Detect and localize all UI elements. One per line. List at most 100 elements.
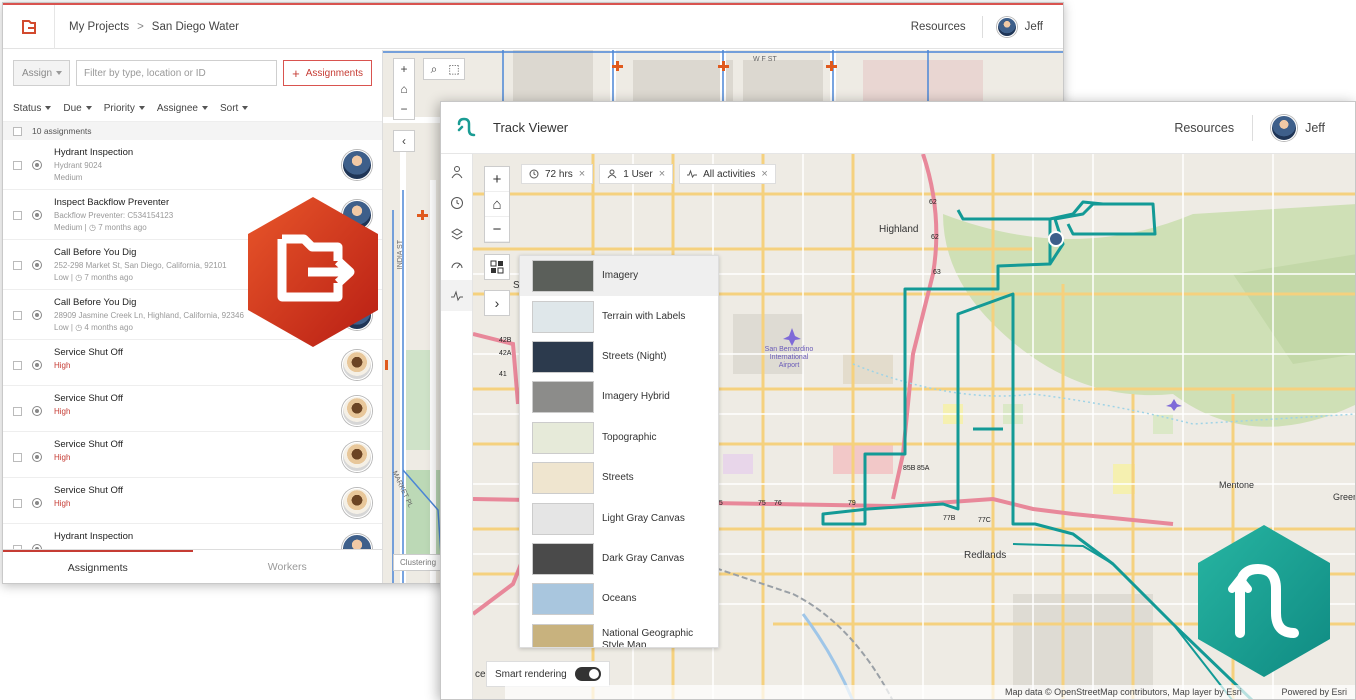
sort-priority[interactable]: Priority: [104, 103, 145, 114]
filter-input[interactable]: Filter by type, location or ID: [76, 60, 277, 86]
close-icon[interactable]: ×: [761, 168, 767, 180]
users-icon[interactable]: [441, 156, 472, 187]
priority-label: High: [54, 453, 70, 462]
chevron-right-icon: ›: [495, 295, 500, 311]
workforce-zoom-control: + ⌂ −: [393, 58, 415, 120]
home-icon[interactable]: ⌂: [394, 79, 414, 99]
select-all-checkbox[interactable]: [13, 127, 22, 136]
basemap-item[interactable]: Imagery: [520, 256, 718, 296]
basemap-item[interactable]: Light Gray Canvas: [520, 498, 718, 538]
resources-link[interactable]: Resources: [911, 16, 983, 38]
track-viewer-app-icon[interactable]: [441, 116, 493, 140]
avatar[interactable]: [342, 150, 372, 180]
basemap-label: Oceans: [602, 593, 636, 605]
row-checkbox[interactable]: [13, 499, 22, 508]
basemap-item[interactable]: Terrain with Labels: [520, 296, 718, 336]
assign-dropdown[interactable]: Assign: [13, 60, 70, 86]
filter-chips: 72 hrs × 1 User × All activities ×: [521, 164, 776, 184]
road-label: 63: [933, 269, 941, 276]
home-icon[interactable]: ⌂: [485, 192, 509, 217]
smart-rendering-toggle[interactable]: [575, 667, 601, 681]
basemap-label: Topographic: [602, 432, 656, 444]
assignment-title: Hydrant Inspection: [54, 531, 342, 542]
row-checkbox[interactable]: [13, 311, 22, 320]
powered-by-esri[interactable]: Powered by Esri: [1281, 687, 1347, 697]
basemap-item[interactable]: Oceans: [520, 579, 718, 619]
clock-icon[interactable]: [441, 187, 472, 218]
workforce-app-icon[interactable]: [3, 5, 55, 49]
road-label: 42B: [499, 337, 512, 344]
expand-button[interactable]: ›: [484, 290, 510, 316]
priority-label: Low: [54, 323, 69, 332]
resources-link[interactable]: Resources: [1174, 115, 1253, 141]
layers-icon[interactable]: [441, 218, 472, 249]
basemap-item[interactable]: Dark Gray Canvas: [520, 539, 718, 579]
basemap-item[interactable]: National Geographic Style Map: [520, 620, 718, 648]
tab-assignments[interactable]: Assignments: [3, 550, 193, 583]
row-checkbox[interactable]: [13, 407, 22, 416]
list-item[interactable]: Service Shut Off High: [3, 386, 382, 432]
assignment-location: Hydrant 9024: [54, 161, 342, 170]
basemap-thumbnail: [532, 543, 594, 575]
sort-status[interactable]: Status: [13, 103, 51, 114]
avatar[interactable]: [342, 350, 372, 380]
workforce-logo: [248, 197, 378, 347]
smart-rendering-control: Smart rendering: [486, 661, 610, 687]
activity-filter-chip[interactable]: All activities ×: [679, 164, 776, 184]
user-filter-chip[interactable]: 1 User ×: [599, 164, 673, 184]
tab-workers[interactable]: Workers: [193, 550, 383, 583]
breadcrumb-my-projects[interactable]: My Projects: [69, 21, 129, 33]
speed-icon[interactable]: [441, 249, 472, 280]
road-label: 85A: [917, 465, 930, 472]
basemap-gallery-button[interactable]: [484, 254, 510, 280]
basemap-thumbnail: [532, 583, 594, 615]
row-checkbox[interactable]: [13, 161, 22, 170]
sort-assignee[interactable]: Assignee: [157, 103, 208, 114]
row-checkbox[interactable]: [13, 261, 22, 270]
activity-icon: [687, 169, 697, 179]
sort-sort[interactable]: Sort: [220, 103, 248, 114]
list-item[interactable]: Hydrant Inspection Hydrant 9024 Medium: [3, 140, 382, 190]
basemap-label: Light Gray Canvas: [602, 513, 685, 525]
avatar[interactable]: [342, 488, 372, 518]
breadcrumb-separator: >: [137, 21, 144, 33]
row-checkbox[interactable]: [13, 453, 22, 462]
row-checkbox[interactable]: [13, 361, 22, 370]
basemap-item[interactable]: Streets: [520, 458, 718, 498]
select-region-icon[interactable]: ⬚: [444, 59, 464, 79]
list-item[interactable]: Hydrant Inspection: [3, 524, 382, 549]
list-item[interactable]: Service Shut Off High: [3, 478, 382, 524]
close-icon[interactable]: ×: [579, 168, 585, 180]
list-item[interactable]: Service Shut Off High: [3, 432, 382, 478]
activity-icon[interactable]: [441, 280, 472, 311]
add-assignments-button[interactable]: + Assignments: [283, 60, 372, 86]
avatar[interactable]: [342, 442, 372, 472]
time-filter-chip[interactable]: 72 hrs ×: [521, 164, 593, 184]
avatar[interactable]: [342, 396, 372, 426]
street-label: INDIA ST: [397, 240, 405, 269]
basemap-label: Dark Gray Canvas: [602, 553, 684, 565]
search-icon[interactable]: ⌕: [424, 59, 444, 79]
chip-label: 1 User: [623, 169, 652, 180]
clustering-toggle[interactable]: Clustering: [393, 554, 443, 571]
basemap-item[interactable]: Imagery Hybrid: [520, 377, 718, 417]
zoom-out-button[interactable]: −: [485, 217, 509, 242]
assignment-title: Service Shut Off: [54, 439, 342, 450]
user-name: Jeff: [1305, 121, 1325, 135]
zoom-out-button[interactable]: −: [394, 99, 414, 119]
close-icon[interactable]: ×: [659, 168, 665, 180]
due-time: 4 months ago: [84, 323, 132, 332]
zoom-in-button[interactable]: +: [394, 59, 414, 79]
basemap-item[interactable]: Topographic: [520, 418, 718, 458]
user-menu[interactable]: Jeff: [1253, 115, 1355, 141]
road-label: 76: [774, 500, 782, 507]
zoom-in-button[interactable]: +: [485, 167, 509, 192]
chevron-down-icon: [56, 71, 62, 75]
sort-due[interactable]: Due: [63, 103, 91, 114]
avatar[interactable]: [342, 534, 372, 549]
collapse-panel-button[interactable]: ‹: [393, 130, 415, 152]
user-menu[interactable]: Jeff: [983, 17, 1063, 37]
basemap-item[interactable]: Streets (Night): [520, 337, 718, 377]
row-checkbox[interactable]: [13, 211, 22, 220]
avatar: [1271, 115, 1297, 141]
